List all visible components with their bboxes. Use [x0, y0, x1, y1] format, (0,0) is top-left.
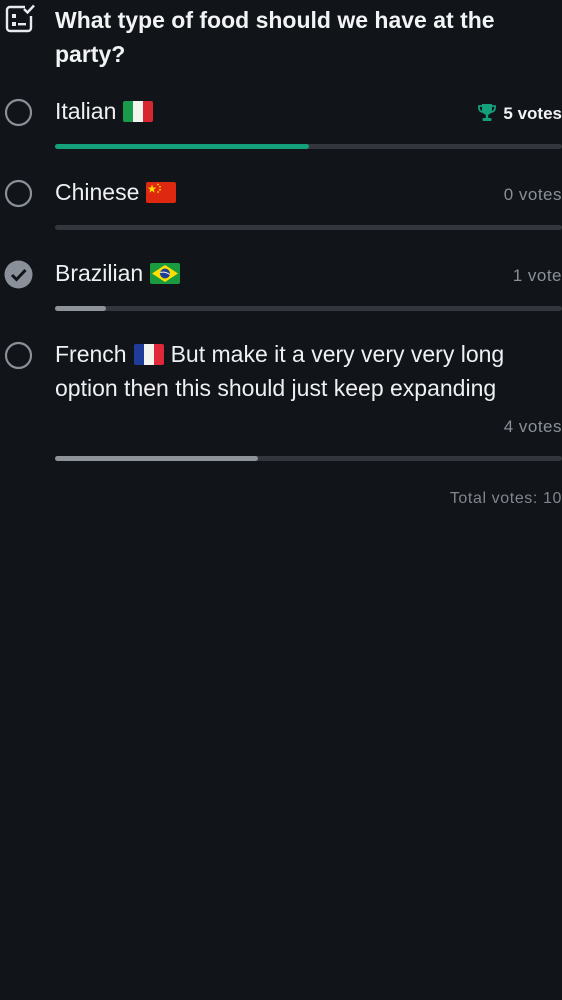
- vote-count: 5 votes: [478, 103, 562, 125]
- poll-question: What type of food should we have at the …: [55, 7, 495, 67]
- radio-unchecked-icon[interactable]: [4, 341, 33, 370]
- vote-bar-fill: [55, 306, 106, 311]
- vote-count: 1 vote: [513, 265, 562, 287]
- poll-option-brazilian[interactable]: Brazilian 1 vote: [0, 252, 562, 322]
- option-label-text: Brazilian: [55, 260, 144, 286]
- poll-option-french[interactable]: French But make it a very very very long…: [0, 333, 562, 473]
- vote-bar-track: [55, 225, 562, 230]
- vote-count: 4 votes: [504, 416, 562, 438]
- france-flag-icon: [133, 344, 164, 365]
- poll-option-chinese[interactable]: Chinese 0 votes: [0, 171, 562, 241]
- vote-count-text: 5 votes: [503, 104, 562, 123]
- trophy-icon: [478, 104, 497, 121]
- vote-bar-fill: [55, 144, 309, 149]
- vote-bar-track: [55, 306, 562, 311]
- option-label-text: Italian: [55, 98, 117, 124]
- option-label: French But make it a very very very long…: [55, 337, 505, 405]
- poll-checklist-icon: [5, 4, 35, 33]
- radio-unchecked-icon[interactable]: [4, 179, 33, 208]
- option-label: Brazilian: [55, 256, 181, 290]
- vote-bar-fill: [55, 456, 258, 461]
- vote-bar-track: [55, 144, 562, 149]
- vote-count-text: 0 votes: [503, 185, 562, 204]
- italy-flag-icon: [123, 101, 154, 122]
- option-label: Italian: [55, 94, 154, 128]
- poll-option-italian[interactable]: Italian 5 votes: [0, 90, 562, 160]
- china-flag-icon: [146, 182, 177, 203]
- vote-count: 0 votes: [504, 184, 562, 206]
- option-label-text: French: [55, 341, 127, 367]
- radio-checked-icon[interactable]: [4, 260, 33, 289]
- brazil-flag-icon: [150, 263, 181, 284]
- total-votes: Total votes: 10: [449, 490, 562, 507]
- radio-unchecked-icon[interactable]: [4, 98, 33, 127]
- vote-count-text: 1 vote: [512, 266, 562, 285]
- option-label-text: Chinese: [55, 179, 140, 205]
- option-label: Chinese: [55, 175, 177, 209]
- poll-header: What type of food should we have at the …: [0, 0, 562, 80]
- vote-count-text: 4 votes: [503, 417, 562, 436]
- vote-bar-track: [55, 456, 562, 461]
